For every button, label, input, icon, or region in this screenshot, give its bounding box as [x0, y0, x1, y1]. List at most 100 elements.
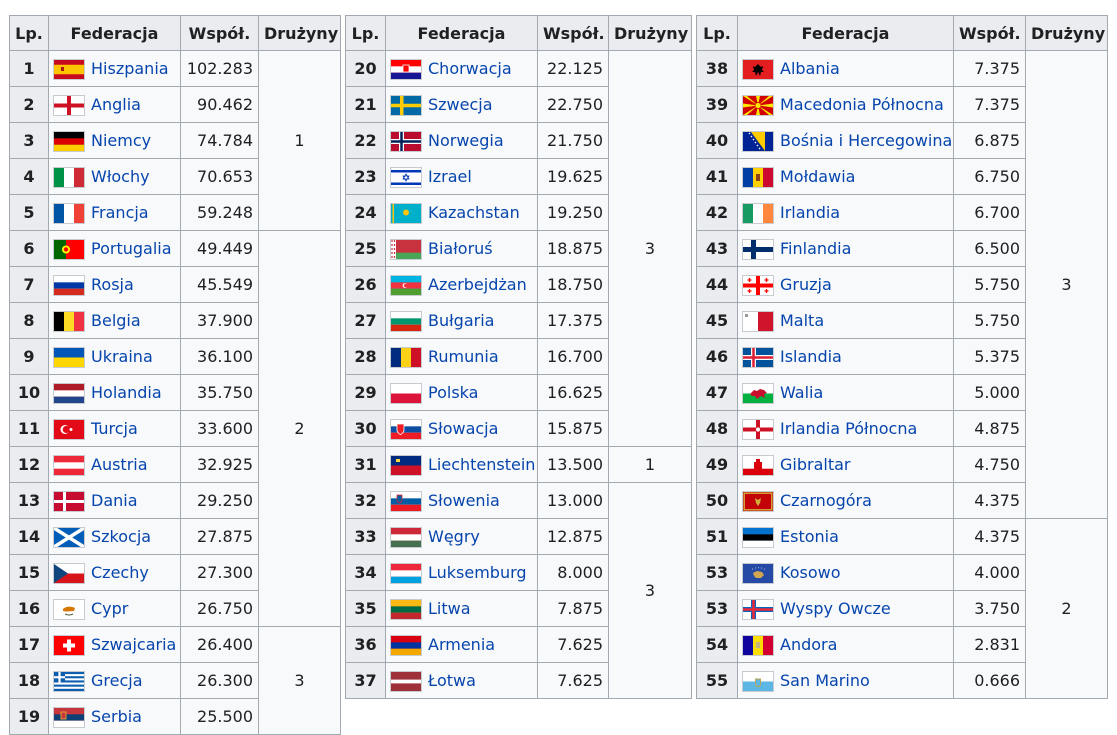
header-lp[interactable]: Lp.: [345, 15, 386, 51]
israel-flag-icon[interactable]: [391, 167, 421, 187]
federation-link[interactable]: Kosowo: [780, 563, 840, 582]
federation-link[interactable]: Norwegia: [428, 131, 504, 150]
federation-link[interactable]: Finlandia: [780, 239, 851, 258]
norway-flag-icon[interactable]: [391, 131, 421, 151]
spain-flag-icon[interactable]: [54, 59, 84, 79]
federation-link[interactable]: Serbia: [91, 707, 142, 726]
federation-link[interactable]: Andora: [780, 635, 837, 654]
header-lp[interactable]: Lp.: [9, 15, 49, 51]
cyprus-flag-icon[interactable]: [54, 599, 84, 619]
romania-flag-icon[interactable]: [391, 347, 421, 367]
portugal-flag-icon[interactable]: [54, 239, 84, 259]
federation-link[interactable]: Białoruś: [428, 239, 493, 258]
iceland-flag-icon[interactable]: [743, 347, 773, 367]
federation-link[interactable]: Dania: [91, 491, 138, 510]
ukraine-flag-icon[interactable]: [54, 347, 84, 367]
federation-link[interactable]: Chorwacja: [428, 59, 512, 78]
belgium-flag-icon[interactable]: [54, 311, 84, 331]
bosnia-flag-icon[interactable]: [743, 131, 773, 151]
federation-link[interactable]: Grecja: [91, 671, 143, 690]
header-coefficient[interactable]: Współ.: [537, 15, 609, 51]
northern-ireland-flag-icon[interactable]: [743, 419, 773, 439]
belarus-flag-icon[interactable]: [391, 239, 421, 259]
federation-link[interactable]: Czechy: [91, 563, 149, 582]
bulgaria-flag-icon[interactable]: [391, 311, 421, 331]
malta-flag-icon[interactable]: [743, 311, 773, 331]
liechtenstein-flag-icon[interactable]: [391, 455, 421, 475]
federation-link[interactable]: Irlandia: [780, 203, 840, 222]
wales-flag-icon[interactable]: [743, 383, 773, 403]
kosovo-flag-icon[interactable]: [743, 563, 773, 583]
federation-link[interactable]: Wyspy Owcze: [780, 599, 891, 618]
hungary-flag-icon[interactable]: [391, 527, 421, 547]
federation-link[interactable]: Anglia: [91, 95, 141, 114]
poland-flag-icon[interactable]: [391, 383, 421, 403]
scotland-flag-icon[interactable]: [54, 527, 84, 547]
estonia-flag-icon[interactable]: [743, 527, 773, 547]
montenegro-flag-icon[interactable]: [743, 491, 773, 511]
federation-link[interactable]: Gruzja: [780, 275, 832, 294]
federation-link[interactable]: Turcja: [91, 419, 138, 438]
federation-link[interactable]: Francja: [91, 203, 149, 222]
federation-link[interactable]: Azerbejdżan: [428, 275, 527, 294]
federation-link[interactable]: Austria: [91, 455, 148, 474]
federation-link[interactable]: Polska: [428, 383, 478, 402]
czechia-flag-icon[interactable]: [54, 563, 84, 583]
moldova-flag-icon[interactable]: [743, 167, 773, 187]
switzerland-flag-icon[interactable]: [54, 635, 84, 655]
england-flag-icon[interactable]: [54, 95, 84, 115]
georgia-flag-icon[interactable]: [743, 275, 773, 295]
denmark-flag-icon[interactable]: [54, 491, 84, 511]
header-teams[interactable]: Drużyny: [258, 15, 341, 51]
north-macedonia-flag-icon[interactable]: [743, 95, 773, 115]
serbia-flag-icon[interactable]: [54, 707, 84, 727]
federation-link[interactable]: Cypr: [91, 599, 128, 618]
federation-link[interactable]: Holandia: [91, 383, 162, 402]
federation-link[interactable]: Bułgaria: [428, 311, 494, 330]
federation-link[interactable]: Włochy: [91, 167, 150, 186]
san-marino-flag-icon[interactable]: [743, 671, 773, 691]
header-federation[interactable]: Federacja: [737, 15, 954, 51]
federation-link[interactable]: Czarnogóra: [780, 491, 872, 510]
federation-link[interactable]: Węgry: [428, 527, 480, 546]
finland-flag-icon[interactable]: [743, 239, 773, 259]
header-teams[interactable]: Drużyny: [608, 15, 692, 51]
ireland-flag-icon[interactable]: [743, 203, 773, 223]
azerbaijan-flag-icon[interactable]: [391, 275, 421, 295]
federation-link[interactable]: Rosja: [91, 275, 134, 294]
federation-link[interactable]: Islandia: [780, 347, 842, 366]
federation-link[interactable]: Kazachstan: [428, 203, 520, 222]
header-lp[interactable]: Lp.: [696, 15, 738, 51]
armenia-flag-icon[interactable]: [391, 635, 421, 655]
greece-flag-icon[interactable]: [54, 671, 84, 691]
sweden-flag-icon[interactable]: [391, 95, 421, 115]
header-federation[interactable]: Federacja: [385, 15, 538, 51]
federation-link[interactable]: Walia: [780, 383, 823, 402]
federation-link[interactable]: Albania: [780, 59, 840, 78]
germany-flag-icon[interactable]: [54, 131, 84, 151]
croatia-flag-icon[interactable]: [391, 59, 421, 79]
federation-link[interactable]: Luksemburg: [428, 563, 527, 582]
andorra-flag-icon[interactable]: [743, 635, 773, 655]
federation-link[interactable]: Estonia: [780, 527, 839, 546]
federation-link[interactable]: Izrael: [428, 167, 472, 186]
lithuania-flag-icon[interactable]: [391, 599, 421, 619]
federation-link[interactable]: Ukraina: [91, 347, 153, 366]
austria-flag-icon[interactable]: [54, 455, 84, 475]
latvia-flag-icon[interactable]: [391, 671, 421, 691]
faroe-flag-icon[interactable]: [743, 599, 773, 619]
federation-link[interactable]: Liechtenstein: [428, 455, 535, 474]
slovenia-flag-icon[interactable]: [391, 491, 421, 511]
federation-link[interactable]: Portugalia: [91, 239, 172, 258]
federation-link[interactable]: Bośnia i Hercegowina: [780, 131, 952, 150]
federation-link[interactable]: Hiszpania: [91, 59, 169, 78]
federation-link[interactable]: Niemcy: [91, 131, 151, 150]
header-coefficient[interactable]: Współ.: [180, 15, 259, 51]
turkey-flag-icon[interactable]: [54, 419, 84, 439]
federation-link[interactable]: Łotwa: [428, 671, 476, 690]
italy-flag-icon[interactable]: [54, 167, 84, 187]
header-federation[interactable]: Federacja: [48, 15, 181, 51]
gibraltar-flag-icon[interactable]: [743, 455, 773, 475]
federation-link[interactable]: Macedonia Północna: [780, 95, 944, 114]
netherlands-flag-icon[interactable]: [54, 383, 84, 403]
